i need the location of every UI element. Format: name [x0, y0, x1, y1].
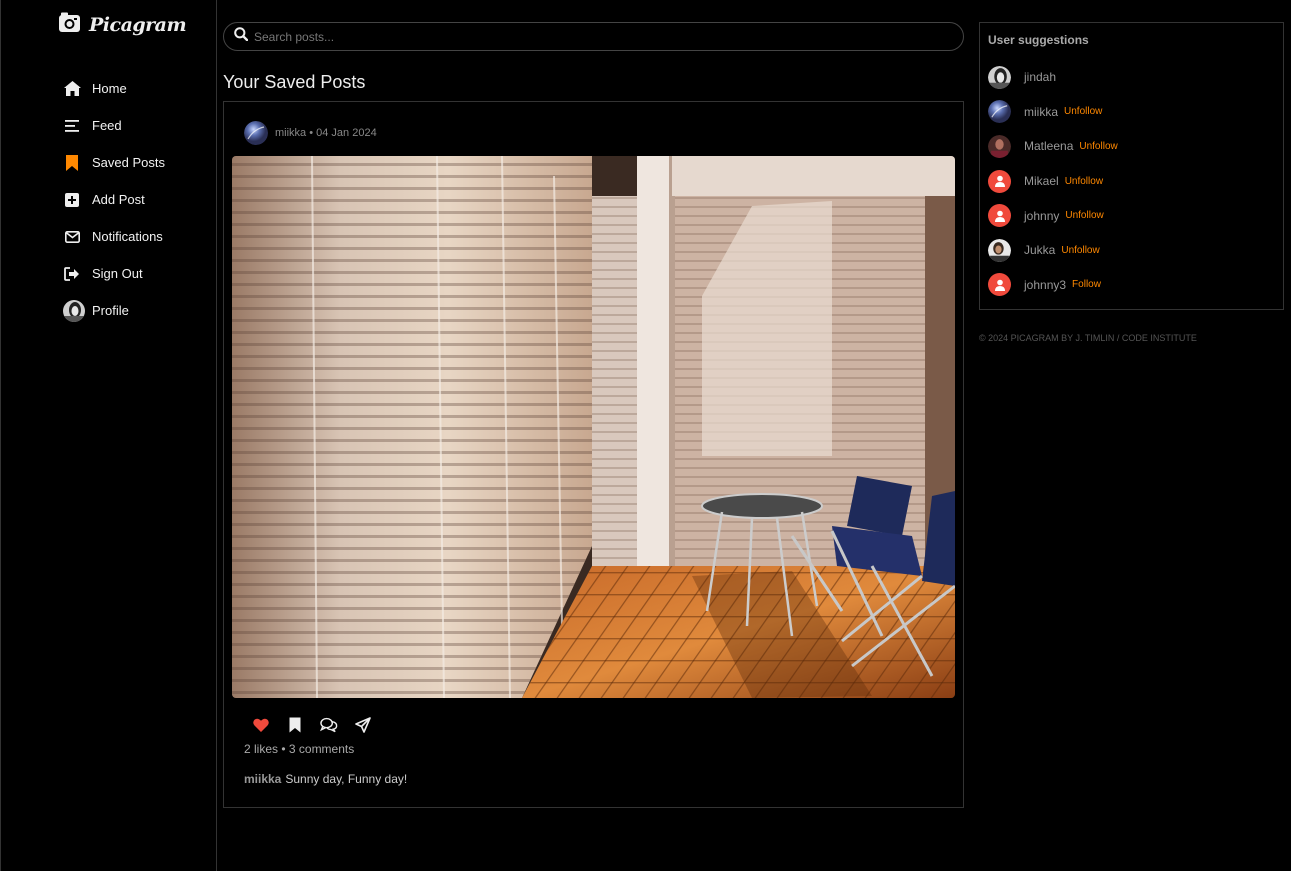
- bookmark-icon[interactable]: [286, 716, 304, 734]
- post-meta: miikka • 04 Jan 2024: [275, 127, 377, 139]
- follow-toggle-button[interactable]: Unfollow: [1064, 106, 1102, 117]
- camera-icon: [58, 12, 81, 38]
- nav-item-feed[interactable]: Feed: [63, 107, 165, 144]
- page-title: Your Saved Posts: [223, 72, 366, 92]
- avatar[interactable]: [988, 100, 1011, 124]
- follow-toggle-button[interactable]: Unfollow: [1065, 176, 1103, 187]
- nav-label: Add Post: [92, 192, 145, 207]
- follow-toggle-button[interactable]: Follow: [1072, 279, 1101, 290]
- nav-item-profile[interactable]: Profile: [63, 292, 165, 329]
- nav-label: Notifications: [92, 229, 163, 244]
- nav-label: Profile: [92, 303, 129, 318]
- post-image[interactable]: [232, 156, 955, 698]
- sidebar: Picagram Home Feed Saved Posts Add Post: [0, 0, 217, 871]
- nav-label: Home: [92, 81, 127, 96]
- avatar: [63, 299, 85, 322]
- nav-item-add-post[interactable]: Add Post: [63, 181, 165, 218]
- caption-username[interactable]: miikka: [244, 772, 281, 786]
- nav-item-notifications[interactable]: Notifications: [63, 218, 165, 255]
- plus-square-icon: [63, 191, 81, 209]
- post-stats: 2 likes • 3 comments: [244, 742, 355, 756]
- suggestion-username[interactable]: Matleena: [1024, 139, 1073, 153]
- list-item: jindah: [988, 60, 1118, 95]
- search-input[interactable]: [254, 29, 934, 44]
- suggestion-username[interactable]: johnny: [1024, 209, 1059, 223]
- avatar[interactable]: [988, 273, 1011, 297]
- brand-logo[interactable]: Picagram: [58, 12, 187, 38]
- avatar[interactable]: [988, 169, 1011, 193]
- avatar[interactable]: [988, 238, 1011, 262]
- follow-toggle-button[interactable]: Unfollow: [1079, 141, 1117, 152]
- list-item: Matleena Unfollow: [988, 129, 1118, 164]
- user-suggestions: User suggestions jindah miikka Unfollow …: [979, 22, 1284, 310]
- nav-label: Feed: [92, 118, 122, 133]
- avatar[interactable]: [244, 121, 268, 145]
- post-caption: miikka Sunny day, Funny day!: [244, 772, 407, 786]
- list-item: johnny3 Follow: [988, 268, 1118, 303]
- brand-title: Picagram: [89, 14, 187, 36]
- bookmark-icon: [63, 154, 81, 172]
- post-card: miikka • 04 Jan 2024 2 likes • 3 comment…: [223, 101, 964, 808]
- suggestion-username[interactable]: jindah: [1024, 70, 1056, 84]
- avatar[interactable]: [988, 65, 1011, 89]
- list-item: johnny Unfollow: [988, 198, 1118, 233]
- suggestions-list: jindah miikka Unfollow Matleena Unfollow…: [988, 60, 1118, 302]
- suggestion-username[interactable]: Jukka: [1024, 243, 1055, 257]
- list-item: miikka Unfollow: [988, 95, 1118, 130]
- nav-item-sign-out[interactable]: Sign Out: [63, 255, 165, 292]
- post-actions: [252, 716, 372, 734]
- nav-item-home[interactable]: Home: [63, 70, 165, 107]
- sign-out-icon: [63, 265, 81, 283]
- nav-label: Saved Posts: [92, 155, 165, 170]
- comments-icon[interactable]: [320, 716, 338, 734]
- suggestions-title: User suggestions: [988, 33, 1089, 47]
- envelope-icon: [63, 228, 81, 246]
- footer-credits: © 2024 Picagram by J. Timlin / Code Inst…: [979, 333, 1197, 343]
- list-item: Mikael Unfollow: [988, 164, 1118, 199]
- feed-icon: [63, 117, 81, 135]
- nav-item-saved-posts[interactable]: Saved Posts: [63, 144, 165, 181]
- caption-text: Sunny day, Funny day!: [285, 772, 408, 786]
- suggestion-username[interactable]: johnny3: [1024, 278, 1066, 292]
- avatar[interactable]: [988, 204, 1011, 228]
- post-header: miikka • 04 Jan 2024: [244, 121, 377, 145]
- heart-icon[interactable]: [252, 716, 270, 734]
- nav-label: Sign Out: [92, 266, 143, 281]
- list-item: Jukka Unfollow: [988, 233, 1118, 268]
- main-nav: Home Feed Saved Posts Add Post Notificat…: [63, 70, 165, 329]
- follow-toggle-button[interactable]: Unfollow: [1065, 210, 1103, 221]
- suggestion-username[interactable]: miikka: [1024, 105, 1058, 119]
- suggestion-username[interactable]: Mikael: [1024, 174, 1059, 188]
- search-icon[interactable]: [234, 27, 249, 46]
- search-bar: [223, 22, 964, 51]
- home-icon: [63, 80, 81, 98]
- avatar[interactable]: [988, 134, 1011, 158]
- follow-toggle-button[interactable]: Unfollow: [1061, 245, 1099, 256]
- share-icon[interactable]: [354, 716, 372, 734]
